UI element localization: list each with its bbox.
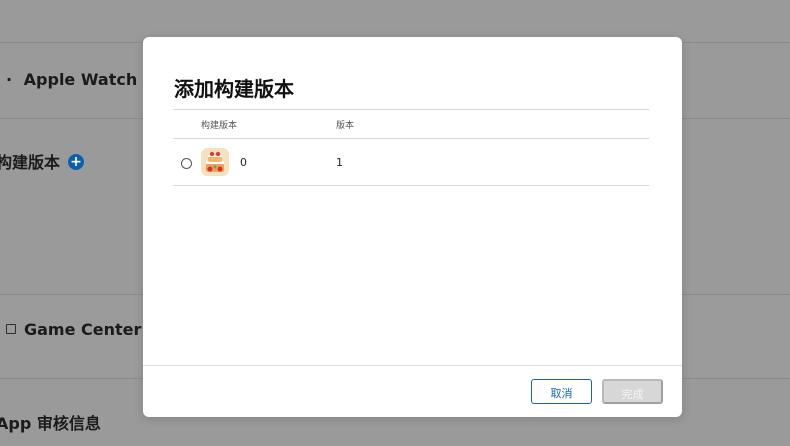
- build-number: 0: [240, 156, 247, 169]
- game-center-label: Game Center: [24, 320, 142, 339]
- plus-circle-icon[interactable]: +: [68, 153, 85, 170]
- builds-row: 构建版本 +: [0, 149, 85, 173]
- build-radio-button[interactable]: [181, 158, 192, 169]
- add-build-dialog: 添加构建版本 构建版本 版本 0 1 取消 完成: [143, 37, 682, 417]
- apple-watch-row: · Apple Watch: [6, 70, 137, 89]
- builds-table: 构建版本 版本 0 1: [173, 109, 649, 186]
- dialog-title: 添加构建版本: [174, 77, 294, 101]
- game-center-row: Game Center: [6, 320, 141, 339]
- cancel-button[interactable]: 取消: [531, 379, 592, 404]
- column-header-build: 构建版本: [201, 121, 238, 131]
- apple-watch-label: Apple Watch: [23, 70, 138, 89]
- app-review-row: App 审核信息: [0, 410, 101, 434]
- app-icon: [201, 148, 229, 176]
- game-center-checkbox[interactable]: [6, 323, 16, 334]
- table-row-divider: [173, 185, 649, 186]
- done-button[interactable]: 完成: [602, 379, 663, 404]
- version-number: 1: [336, 156, 343, 169]
- row-prefix: ·: [6, 70, 13, 89]
- table-header: 构建版本 版本: [173, 110, 649, 138]
- app-review-label: App 审核信息: [0, 414, 101, 433]
- footer-divider: [143, 365, 682, 366]
- builds-label: 构建版本: [0, 153, 61, 172]
- column-header-version: 版本: [336, 121, 355, 131]
- table-row[interactable]: 0 1: [173, 139, 649, 185]
